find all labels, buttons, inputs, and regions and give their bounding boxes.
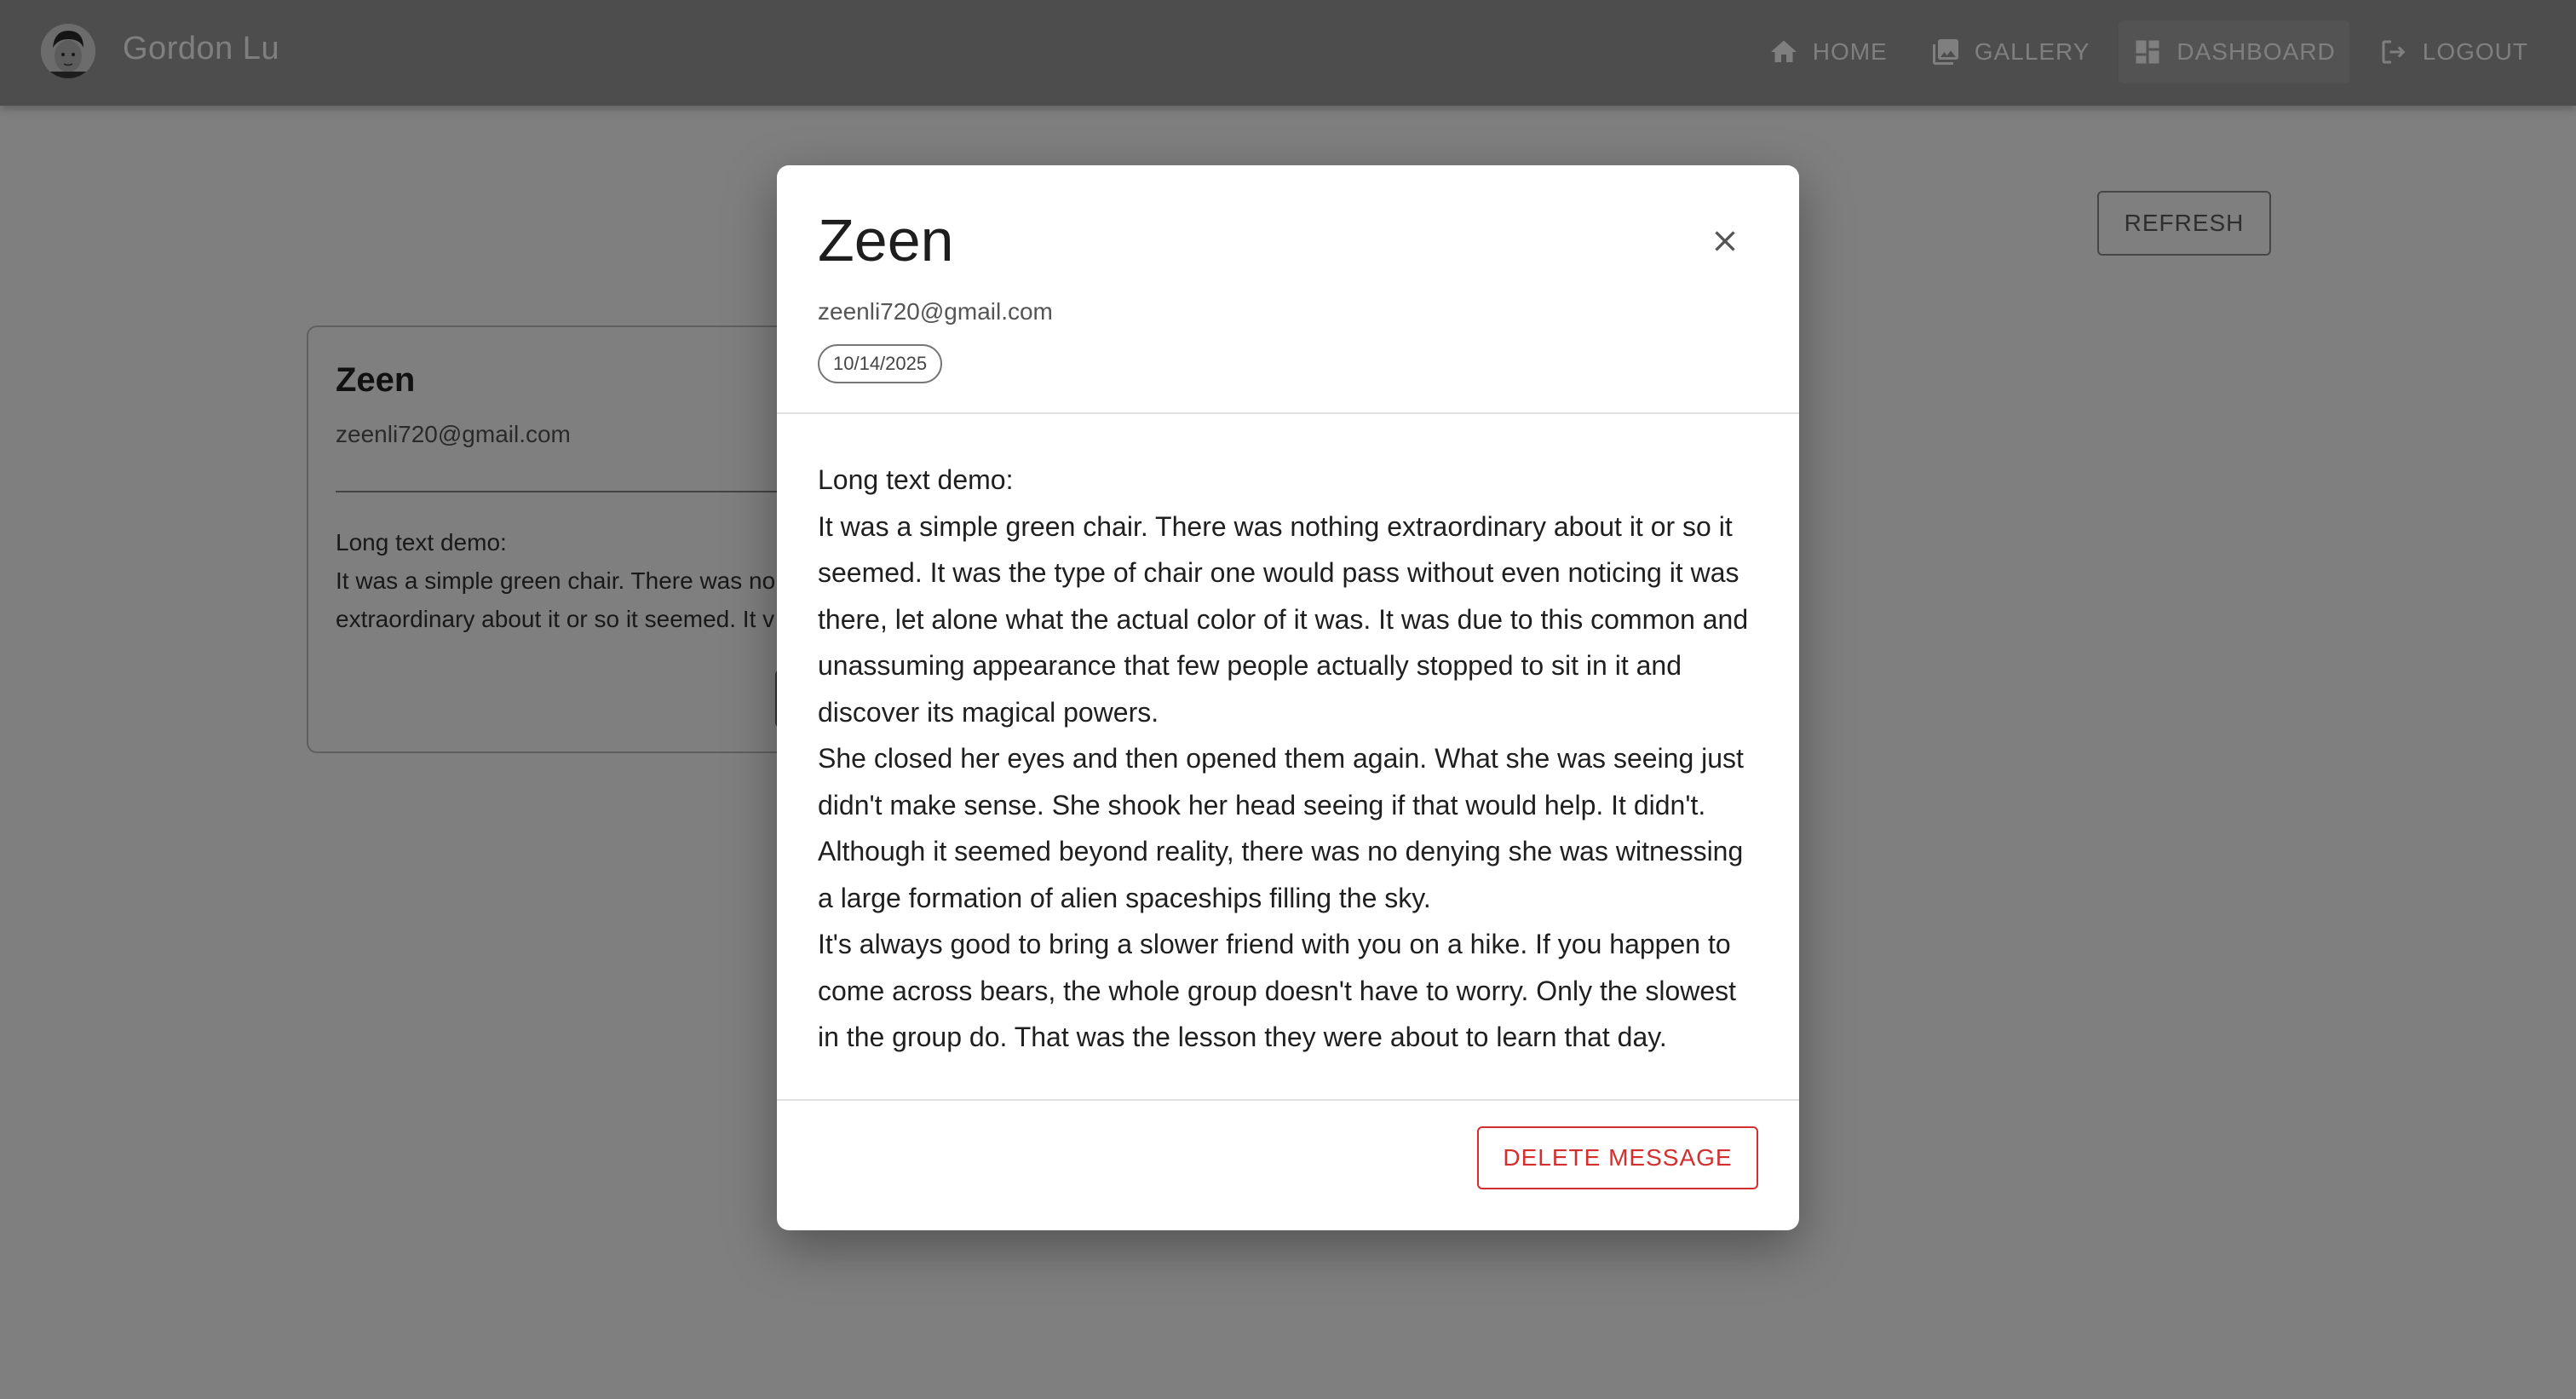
- close-icon: [1715, 231, 1735, 251]
- close-button[interactable]: [1695, 211, 1755, 271]
- dialog-divider-bottom: [777, 1099, 1799, 1101]
- dialog-message-body: Long text demo: It was a simple green ch…: [818, 464, 1749, 1052]
- date-chip: 10/14/2025: [818, 344, 943, 383]
- message-dialog: Zeen zeenli720@gmail.com 10/14/2025 Long…: [777, 165, 1799, 1230]
- dialog-divider-top: [777, 412, 1799, 414]
- dialog-sender-name: Zeen: [818, 207, 954, 273]
- delete-message-button[interactable]: DELETE MESSAGE: [1477, 1126, 1758, 1189]
- page: Gordon Lu HOME GALLERY DASHBOARD LOGOUT …: [0, 0, 2576, 1399]
- dialog-sender-email: zeenli720@gmail.com: [818, 298, 1053, 325]
